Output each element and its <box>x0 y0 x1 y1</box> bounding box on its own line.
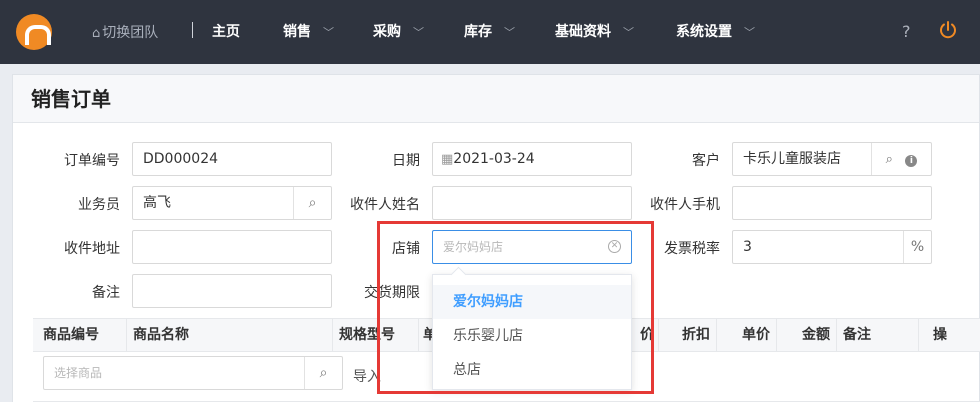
remark-input[interactable] <box>132 274 332 308</box>
power-icon[interactable] <box>938 20 958 40</box>
nav-divider <box>192 22 193 38</box>
date-input[interactable]: ▦2021-03-24 <box>432 142 632 176</box>
nav-item-basic-data[interactable]: 基础资料 ﹀ <box>555 21 634 41</box>
logo-icon[interactable] <box>16 14 52 50</box>
select-product-input[interactable]: 选择商品 ⌕ <box>43 356 343 390</box>
col-amount: 金额 <box>777 319 837 351</box>
chevron-down-icon: ﹀ <box>323 26 334 39</box>
receiver-phone-input[interactable] <box>732 186 932 220</box>
remark-label: 备注 <box>92 285 120 301</box>
customer-label: 客户 <box>692 153 720 169</box>
chevron-down-icon: ﹀ <box>504 26 515 39</box>
col-remark: 备注 <box>837 319 919 351</box>
nav-item-inventory[interactable]: 库存 ﹀ <box>464 21 515 41</box>
col-product-name: 商品名称 <box>127 319 333 351</box>
receiver-phone-label: 收件人手机 <box>650 197 720 213</box>
customer-actions: ⌕ i <box>871 143 931 175</box>
date-label: 日期 <box>392 153 420 169</box>
col-actions: 操 <box>933 327 947 343</box>
top-navbar: ⌂ 切换团队 主页 销售 ﹀ 采购 ﹀ 库存 ﹀ 基础资料 ﹀ 系统设置 ﹀ ? <box>0 0 980 64</box>
nav-item-purchase[interactable]: 采购 ﹀ <box>373 21 424 41</box>
col-unit-price: 单价 <box>717 319 777 351</box>
chevron-down-icon: ﹀ <box>744 26 755 39</box>
calendar-icon: ▦ <box>441 152 454 167</box>
salesperson-label: 业务员 <box>78 197 120 213</box>
order-no-label: 订单编号 <box>64 153 120 169</box>
home-icon: ⌂ <box>92 26 101 41</box>
search-icon[interactable]: ⌕ <box>886 152 893 167</box>
col-product-code: 商品编号 <box>33 319 127 351</box>
switch-team-link[interactable]: ⌂ 切换团队 <box>92 22 158 42</box>
help-icon[interactable]: ? <box>902 22 911 41</box>
chevron-down-icon: ﹀ <box>623 26 634 39</box>
col-discount: 折扣 <box>659 319 717 351</box>
info-icon[interactable]: i <box>905 155 918 167</box>
nav-item-sales[interactable]: 销售 ﹀ <box>283 21 334 41</box>
nav-item-system-settings[interactable]: 系统设置 ﹀ <box>676 21 755 41</box>
receiver-name-input[interactable] <box>432 186 632 220</box>
salesperson-input[interactable]: 高飞 ⌕ <box>132 186 332 220</box>
chevron-down-icon: ﹀ <box>413 26 424 39</box>
tax-rate-input[interactable]: 3 % <box>732 230 932 264</box>
percent-suffix: % <box>903 231 931 263</box>
receiver-name-label: 收件人姓名 <box>350 197 420 213</box>
nav-item-home[interactable]: 主页 <box>212 21 240 41</box>
search-icon[interactable]: ⌕ <box>304 357 342 389</box>
page-title: 销售订单 <box>13 75 979 123</box>
highlight-box <box>377 221 654 394</box>
order-no-input[interactable]: DD000024 <box>132 142 332 176</box>
customer-input[interactable]: 卡乐儿童服装店 ⌕ i <box>732 142 932 176</box>
receiver-address-input[interactable] <box>132 230 332 264</box>
receiver-address-label: 收件地址 <box>64 241 120 257</box>
